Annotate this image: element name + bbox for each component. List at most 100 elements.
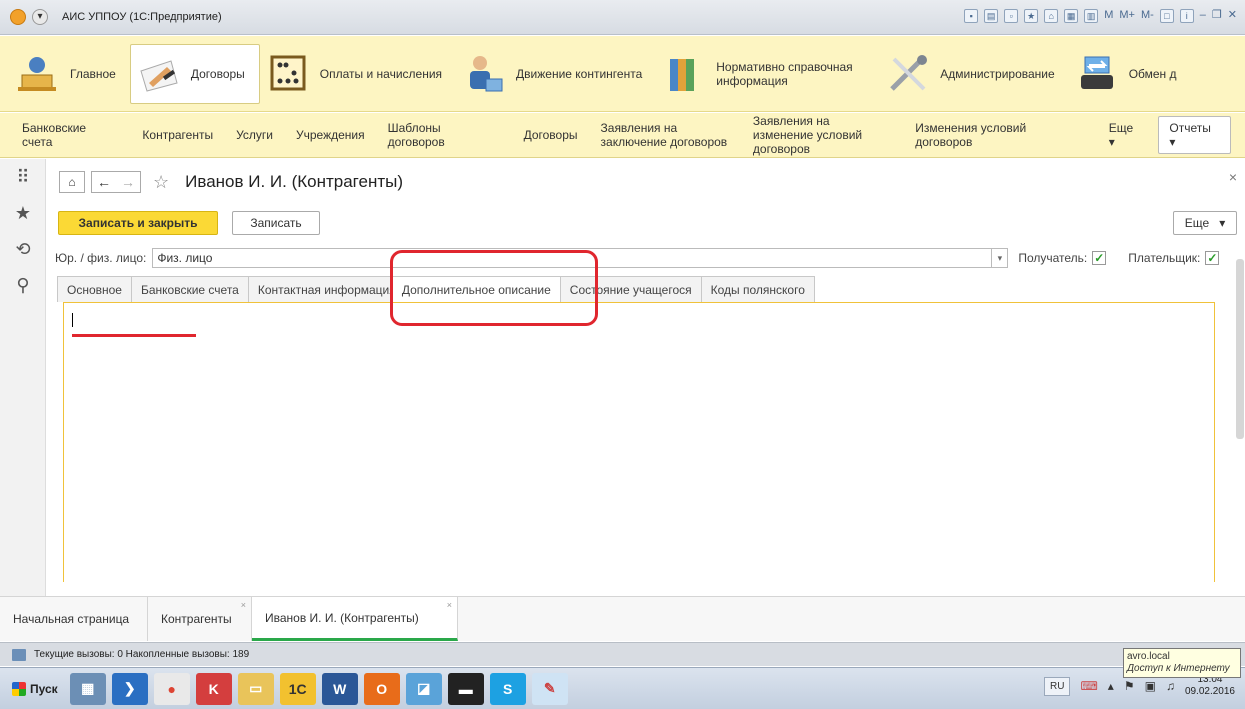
1c-app-icon[interactable]: 1С bbox=[279, 672, 316, 705]
all-functions-icon[interactable]: ⠿ bbox=[0, 159, 46, 195]
tab-contact-info[interactable]: Контактная информация bbox=[247, 276, 393, 302]
window-tab-start-page[interactable]: Начальная страница bbox=[0, 597, 148, 641]
cmd-institutions[interactable]: Учреждения bbox=[296, 128, 365, 142]
section-contracts[interactable]: Договоры bbox=[129, 43, 260, 104]
payer-label: Плательщик: bbox=[1128, 251, 1201, 265]
section-commands: Банковские счета Контрагенты Услуги Учре… bbox=[0, 113, 1245, 158]
form-scrollbar[interactable] bbox=[1235, 259, 1245, 589]
home-button[interactable]: ⌂ bbox=[59, 171, 85, 193]
reports-button[interactable]: Отчеты ▾ bbox=[1158, 116, 1232, 154]
additional-description-editor[interactable] bbox=[63, 302, 1215, 582]
section-reference[interactable]: Нормативно справочная информация bbox=[656, 44, 880, 104]
memory-minus-icon[interactable]: M- bbox=[1141, 9, 1154, 23]
cmd-contracts[interactable]: Договоры bbox=[524, 128, 578, 142]
network-icon[interactable]: ▣ bbox=[1145, 679, 1156, 693]
commands-more-button[interactable]: Еще ▾ bbox=[1109, 121, 1143, 149]
cmd-icon[interactable]: ▬ bbox=[447, 672, 484, 705]
explorer-icon[interactable]: ▭ bbox=[237, 672, 274, 705]
scrollbar-thumb[interactable] bbox=[1236, 259, 1244, 439]
performance-icon[interactable] bbox=[12, 648, 26, 661]
left-toolbar: ⠿ ★ ⟲ ⚲ bbox=[0, 159, 46, 596]
section-contingent[interactable]: Движение контингента bbox=[456, 44, 656, 104]
info-icon[interactable]: i bbox=[1179, 9, 1194, 23]
window-tab-counterparties[interactable]: Контрагенты × bbox=[148, 597, 252, 641]
home-icon[interactable]: ⌂ bbox=[1044, 9, 1059, 23]
legal-type-dropdown-icon[interactable]: ▾ bbox=[992, 248, 1009, 268]
save-icon[interactable]: ▪ bbox=[964, 9, 979, 23]
close-window-icon[interactable]: × bbox=[241, 600, 246, 610]
section-administration[interactable]: Администрирование bbox=[880, 44, 1068, 104]
back-icon[interactable]: ← bbox=[92, 172, 116, 192]
cmd-contract-changes[interactable]: Изменения условий договоров bbox=[915, 121, 1086, 149]
calculator-icon[interactable]: ▦ bbox=[1064, 9, 1079, 23]
forward-icon[interactable]: → bbox=[116, 172, 140, 192]
word-icon[interactable]: W bbox=[321, 672, 358, 705]
abacus-icon bbox=[266, 53, 310, 95]
legal-type-label: Юр. / физ. лицо: bbox=[55, 251, 147, 265]
close-window-icon[interactable]: × bbox=[447, 600, 452, 610]
section-main[interactable]: Главное bbox=[10, 44, 130, 104]
save-and-close-button[interactable]: Записать и закрыть bbox=[58, 211, 218, 235]
title-bar: ▾ АИС УППОУ (1С:Предприятие) ▪ ▤ ▫ ★ ⌂ ▦… bbox=[0, 0, 1245, 35]
calls-status: Текущие вызовы: 0 Накопленные вызовы: 18… bbox=[34, 649, 250, 660]
network-app-icon[interactable]: ▦ bbox=[69, 672, 106, 705]
history-icon[interactable]: ⟲ bbox=[0, 231, 46, 267]
save-button[interactable]: Записать bbox=[232, 211, 320, 235]
form-nav: ⌂ ← → ☆ Иванов И. И. (Контрагенты) bbox=[59, 171, 403, 193]
window-tab-ivanov[interactable]: Иванов И. И. (Контрагенты) × bbox=[252, 597, 458, 641]
annotation-highlight-box bbox=[390, 250, 598, 326]
keyboard-icon[interactable]: ⌨ bbox=[1080, 679, 1097, 693]
legal-type-row: Юр. / физ. лицо: Физ. лицо ▾ Получатель:… bbox=[55, 247, 1235, 269]
recipient-label: Получатель: bbox=[1018, 251, 1088, 265]
payer-checkbox[interactable]: ✓ bbox=[1205, 251, 1220, 265]
restore-icon[interactable]: ❐ bbox=[1212, 9, 1222, 23]
home-icon bbox=[16, 53, 60, 95]
tab-bank-accounts[interactable]: Банковские счета bbox=[130, 276, 249, 302]
tray-expand-icon[interactable]: ▴ bbox=[1108, 679, 1114, 693]
print-icon[interactable]: ▤ bbox=[984, 9, 999, 23]
calendar-icon[interactable]: ▥ bbox=[1084, 9, 1099, 23]
app-logo-icon[interactable] bbox=[10, 9, 26, 25]
main-menu-icon[interactable]: ▾ bbox=[32, 9, 48, 25]
close-icon[interactable]: ✕ bbox=[1228, 9, 1237, 23]
annotation-underline bbox=[72, 334, 196, 337]
memory-plus-icon[interactable]: M+ bbox=[1119, 9, 1135, 23]
cmd-contract-applications[interactable]: Заявления на заключение договоров bbox=[601, 121, 730, 149]
volume-icon[interactable]: ♫ bbox=[1166, 679, 1175, 693]
preview-icon[interactable]: ▫ bbox=[1004, 9, 1019, 23]
cmd-change-applications[interactable]: Заявления на изменение условий договоров bbox=[753, 114, 892, 156]
form-more-button[interactable]: Еще ▾ bbox=[1173, 211, 1237, 235]
language-indicator[interactable]: RU bbox=[1044, 676, 1071, 696]
chrome-icon[interactable]: ● bbox=[153, 672, 190, 705]
section-exchange[interactable]: Обмен д bbox=[1069, 44, 1191, 104]
favorites-icon[interactable]: ★ bbox=[0, 195, 46, 231]
reference-books-icon bbox=[662, 53, 706, 95]
skype-icon[interactable]: S bbox=[489, 672, 526, 705]
tab-polyansky-codes[interactable]: Коды полянского bbox=[700, 276, 815, 302]
tools-icon bbox=[886, 53, 930, 95]
kaspersky-icon[interactable]: K bbox=[195, 672, 232, 705]
open-windows-bar: Начальная страница Контрагенты × Иванов … bbox=[0, 596, 1245, 641]
search-icon[interactable]: ⚲ bbox=[0, 267, 46, 303]
recipient-checkbox[interactable]: ✓ bbox=[1092, 251, 1107, 265]
memory-m-icon[interactable]: M bbox=[1104, 9, 1113, 23]
cmd-bank-accounts[interactable]: Банковские счета bbox=[22, 121, 119, 149]
section-payments[interactable]: Оплаты и начисления bbox=[260, 44, 456, 104]
outlook-icon[interactable]: O bbox=[363, 672, 400, 705]
notes-icon[interactable]: ◪ bbox=[405, 672, 442, 705]
start-button[interactable]: Пуск bbox=[6, 675, 64, 703]
flag-icon[interactable]: ⚑ bbox=[1124, 679, 1135, 693]
history-nav: ← → bbox=[91, 171, 141, 193]
window-layout-icon[interactable]: □ bbox=[1159, 9, 1174, 23]
minimize-icon[interactable]: – bbox=[1200, 9, 1206, 23]
powershell-icon[interactable]: ❯ bbox=[111, 672, 148, 705]
paint-icon[interactable]: ✎ bbox=[531, 672, 568, 705]
form-close-icon[interactable]: × bbox=[1229, 169, 1237, 185]
cmd-services[interactable]: Услуги bbox=[236, 128, 273, 142]
cmd-counterparties[interactable]: Контрагенты bbox=[142, 128, 213, 142]
tab-main[interactable]: Основное bbox=[57, 276, 132, 302]
favorite-star-icon[interactable]: ☆ bbox=[153, 172, 169, 193]
cmd-contract-templates[interactable]: Шаблоны договоров bbox=[388, 121, 501, 149]
favorites-icon[interactable]: ★ bbox=[1024, 9, 1039, 23]
status-bar: Текущие вызовы: 0 Накопленные вызовы: 18… bbox=[0, 642, 1245, 666]
